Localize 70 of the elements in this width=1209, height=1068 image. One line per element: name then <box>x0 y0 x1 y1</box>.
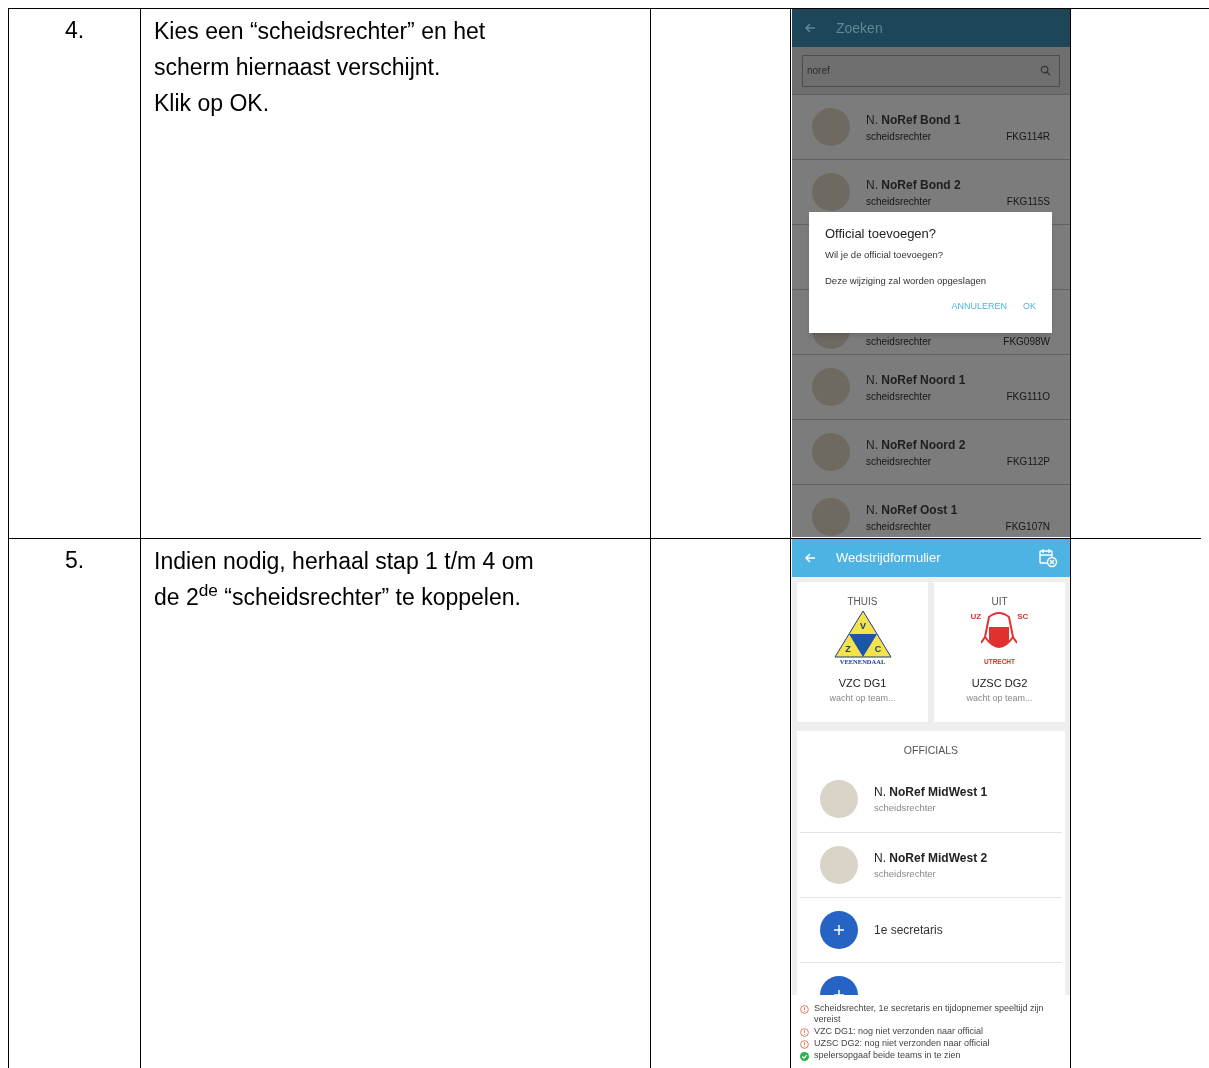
official-name: N. NoRef Noord 2 <box>866 436 967 454</box>
photo-placeholder <box>812 173 850 211</box>
header-title: Wedstrijdformulier <box>836 549 942 568</box>
official-name: N. NoRef Bond 2 <box>866 176 962 194</box>
dialog-title: Official toevoegen? <box>825 225 938 243</box>
photo-placeholder <box>820 845 858 884</box>
dialog-message: Wil je de official toevoegen? <box>825 247 945 262</box>
official-role: scheidsrechter <box>866 194 932 209</box>
calendar-cancel-icon[interactable] <box>1038 548 1058 568</box>
official-name: N. NoRef MidWest 1 <box>874 784 988 802</box>
team-side-label: UIT <box>991 595 1008 609</box>
photo-placeholder <box>812 498 850 536</box>
official-role: scheidsrechter <box>866 335 932 349</box>
instruction-text: Klik op OK. <box>154 89 271 118</box>
official-code: FKG098W <box>1003 335 1050 349</box>
official-code: FKG111O <box>1006 389 1050 404</box>
official-row[interactable]: N. NoRef MidWest 2 scheidsrechter <box>800 831 1062 897</box>
result-row[interactable]: N. NoRef Noord 1 scheidsrechter FKG111O <box>792 354 1070 419</box>
team-name: UZSC DG2 <box>971 676 1028 691</box>
dialog-button[interactable]: ANNULEREN <box>951 300 1007 314</box>
official-name: N. NoRef MidWest 2 <box>874 849 988 867</box>
official-code: FKG115S <box>1006 194 1050 209</box>
search-field[interactable]: noref <box>802 54 1060 87</box>
official-code: FKG107N <box>1005 519 1050 534</box>
back-arrow-icon[interactable] <box>804 22 816 34</box>
official-role: scheidsrechter <box>866 454 932 469</box>
photo-placeholder <box>812 433 850 471</box>
instruction-text: de 2$^{de}$ “scheidsrechter” te koppelen. <box>154 579 522 612</box>
photo-placeholder <box>812 108 850 146</box>
instruction-text: scherm hiernaast verschijnt. <box>154 53 442 82</box>
notice-text: spelersopgaaf beide teams in te zien <box>814 1050 961 1061</box>
official-slot-label: 1e secretaris <box>874 921 943 939</box>
official-role: scheidsrechter <box>874 866 937 881</box>
notice-text: VZC DG1: nog niet verzonden naar official <box>814 1026 983 1037</box>
team-status: wacht op team... <box>829 691 896 705</box>
warning-icon <box>800 1005 809 1014</box>
official-role: scheidsrechter <box>874 801 937 816</box>
add-icon[interactable] <box>820 910 858 949</box>
team-name: VZC DG1 <box>838 676 887 691</box>
official-code: FKG114R <box>1006 129 1050 144</box>
instruction-text: Indien nodig, herhaal stap 1 t/m 4 om <box>154 547 535 576</box>
team-side-label: THUIS <box>847 595 878 609</box>
official-code: FKG112P <box>1006 454 1050 469</box>
result-row[interactable]: N. NoRef Bond 1 scheidsrechter FKG114R <box>792 94 1070 159</box>
notice-text: UZSC DG2: nog niet verzonden naar official <box>814 1038 990 1049</box>
official-role: scheidsrechter <box>866 389 932 404</box>
dialog-button[interactable]: OK <box>1023 300 1036 314</box>
search-value: noref <box>807 64 830 78</box>
official-row[interactable]: 1e secretaris <box>800 896 1062 962</box>
dialog-note: Deze wijziging zal worden opgeslagen <box>825 273 988 288</box>
warning-icon <box>800 1040 809 1049</box>
official-name: N. NoRef Oost 1 <box>866 501 959 519</box>
official-name: N. NoRef Noord 1 <box>866 371 967 389</box>
official-role: scheidsrechter <box>866 519 932 534</box>
step-number: 5. <box>64 546 85 575</box>
official-row[interactable]: N. NoRef MidWest 1 scheidsrechter <box>800 766 1062 832</box>
warning-icon <box>800 1028 809 1037</box>
section-title: OFFICIALS <box>903 743 959 758</box>
official-role: scheidsrechter <box>866 129 932 144</box>
step-number: 4. <box>64 16 85 45</box>
check-circle-icon <box>800 1052 809 1061</box>
result-row[interactable]: N. NoRef Noord 2 scheidsrechter FKG112P <box>792 419 1070 484</box>
photo-placeholder <box>812 368 850 406</box>
header-title: Zoeken <box>836 18 883 38</box>
instruction-text: Kies een “scheidsrechter” en het <box>154 17 487 46</box>
official-name: N. NoRef Bond 1 <box>866 111 962 129</box>
search-icon[interactable] <box>1040 65 1051 76</box>
notice-text: Scheidsrechter, 1e secretaris en tijdopnemer speeltijd zijn vereist <box>814 1003 1045 1025</box>
team-status: wacht op team... <box>966 691 1033 705</box>
photo-placeholder <box>820 780 858 819</box>
